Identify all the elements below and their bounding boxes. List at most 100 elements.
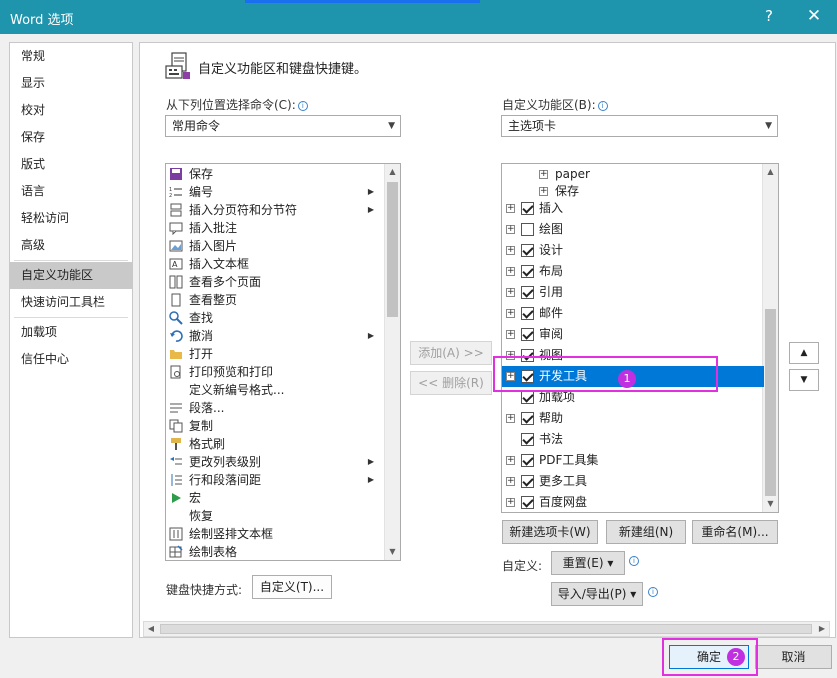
tab-checkbox[interactable] bbox=[521, 223, 534, 236]
ribbon-tab-item[interactable]: +绘图 bbox=[502, 219, 764, 240]
command-item[interactable]: 插入批注 bbox=[166, 219, 380, 237]
help-button[interactable]: ? bbox=[760, 7, 778, 25]
sidebar-item[interactable]: 保存 bbox=[10, 124, 132, 151]
command-item[interactable]: 查找 bbox=[166, 309, 380, 327]
expand-icon[interactable]: + bbox=[506, 246, 515, 255]
tab-checkbox[interactable] bbox=[521, 265, 534, 278]
ribbon-tab-item[interactable]: +更多工具 bbox=[502, 471, 764, 492]
expand-icon[interactable]: + bbox=[506, 204, 515, 213]
command-item[interactable]: 行和段落间距▶ bbox=[166, 471, 380, 489]
expand-icon[interactable]: + bbox=[506, 330, 515, 339]
ribbon-tab-item[interactable]: +PDF工具集 bbox=[502, 450, 764, 471]
choose-commands-dropdown[interactable]: 常用命令 ▼ bbox=[165, 115, 401, 137]
expand-icon[interactable]: + bbox=[506, 456, 515, 465]
scroll-up-icon[interactable]: ▲ bbox=[385, 164, 400, 180]
expand-icon[interactable]: + bbox=[506, 267, 515, 276]
expand-icon[interactable]: + bbox=[539, 170, 548, 179]
horizontal-scroll-thumb[interactable] bbox=[160, 624, 812, 634]
command-item[interactable]: 插入分页符和分节符▶ bbox=[166, 201, 380, 219]
reset-button[interactable]: 重置(E) ▾ bbox=[551, 551, 625, 575]
rename-button[interactable]: 重命名(M)... bbox=[692, 520, 778, 544]
ribbon-tab-item[interactable]: +百度网盘 bbox=[502, 492, 764, 513]
tab-checkbox[interactable] bbox=[521, 412, 534, 425]
expand-icon[interactable]: + bbox=[506, 498, 515, 507]
expand-icon[interactable]: + bbox=[506, 225, 515, 234]
sidebar-item[interactable]: 常规 bbox=[10, 43, 132, 70]
sidebar-item[interactable]: 加载项 bbox=[10, 319, 132, 346]
scroll-down-icon[interactable]: ▼ bbox=[385, 544, 400, 560]
command-item[interactable]: 查看多个页面 bbox=[166, 273, 380, 291]
command-item[interactable]: 撤消▶ bbox=[166, 327, 380, 345]
move-down-button[interactable]: ▼ bbox=[789, 369, 819, 391]
ribbon-tab-item[interactable]: +设计 bbox=[502, 240, 764, 261]
command-item[interactable]: 查看整页 bbox=[166, 291, 380, 309]
ribbon-tab-item[interactable]: +审阅 bbox=[502, 324, 764, 345]
command-item[interactable]: 定义新编号格式... bbox=[166, 381, 380, 399]
command-item[interactable]: 插入图片 bbox=[166, 237, 380, 255]
customize-ribbon-dropdown[interactable]: 主选项卡 ▼ bbox=[501, 115, 778, 137]
command-item[interactable]: 绘制竖排文本框 bbox=[166, 525, 380, 543]
sidebar-item[interactable]: 轻松访问 bbox=[10, 205, 132, 232]
command-item[interactable]: 12编号▶ bbox=[166, 183, 380, 201]
scroll-down-icon[interactable]: ▼ bbox=[763, 496, 778, 512]
tab-checkbox[interactable] bbox=[521, 244, 534, 257]
customize-shortcuts-button[interactable]: 自定义(T)... bbox=[252, 575, 332, 599]
scroll-thumb[interactable] bbox=[387, 182, 398, 317]
command-item[interactable]: A插入文本框 bbox=[166, 255, 380, 273]
command-item[interactable]: 打开 bbox=[166, 345, 380, 363]
scroll-thumb[interactable] bbox=[765, 309, 776, 496]
sidebar-item[interactable]: 快速访问工具栏 bbox=[10, 289, 132, 316]
cancel-button[interactable]: 取消 bbox=[755, 645, 832, 669]
scroll-right-icon[interactable]: ▶ bbox=[815, 622, 829, 636]
scroll-up-icon[interactable]: ▲ bbox=[763, 164, 778, 180]
command-item[interactable]: 打印预览和打印 bbox=[166, 363, 380, 381]
sidebar-item[interactable]: 信任中心 bbox=[10, 346, 132, 373]
new-group-button[interactable]: 新建组(N) bbox=[606, 520, 686, 544]
commands-list[interactable]: ▲ ▼ 保存12编号▶插入分页符和分节符▶插入批注插入图片A插入文本框查看多个页… bbox=[165, 163, 401, 561]
ribbon-tab-item[interactable]: 书法 bbox=[502, 429, 764, 450]
remove-button[interactable]: << 删除(R) bbox=[410, 371, 492, 395]
commands-scrollbar[interactable]: ▲ ▼ bbox=[384, 164, 400, 560]
sidebar-item[interactable]: 校对 bbox=[10, 97, 132, 124]
command-item[interactable]: 更改列表级别▶ bbox=[166, 453, 380, 471]
command-item[interactable]: 绘制表格 bbox=[166, 543, 380, 561]
move-up-button[interactable]: ▲ bbox=[789, 342, 819, 364]
import-export-button[interactable]: 导入/导出(P) ▾ bbox=[551, 582, 643, 606]
tab-checkbox[interactable] bbox=[521, 328, 534, 341]
ribbon-tab-item[interactable]: +帮助 bbox=[502, 408, 764, 429]
command-item[interactable]: 格式刷 bbox=[166, 435, 380, 453]
tab-checkbox[interactable] bbox=[521, 202, 534, 215]
expand-icon[interactable]: + bbox=[506, 288, 515, 297]
new-tab-button[interactable]: 新建选项卡(W) bbox=[502, 520, 598, 544]
tab-checkbox[interactable] bbox=[521, 496, 534, 509]
close-button[interactable]: ✕ bbox=[804, 6, 824, 26]
ribbon-tab-item[interactable]: +引用 bbox=[502, 282, 764, 303]
command-item[interactable]: 恢复 bbox=[166, 507, 380, 525]
command-item[interactable]: 复制 bbox=[166, 417, 380, 435]
ribbon-tab-item[interactable]: +邮件 bbox=[502, 303, 764, 324]
ribbon-tab-item[interactable]: +布局 bbox=[502, 261, 764, 282]
tab-checkbox[interactable] bbox=[521, 286, 534, 299]
tab-checkbox[interactable] bbox=[521, 307, 534, 320]
add-button[interactable]: 添加(A) >> bbox=[410, 341, 492, 365]
tab-checkbox[interactable] bbox=[521, 454, 534, 467]
tab-checkbox[interactable] bbox=[521, 475, 534, 488]
command-item[interactable]: 保存 bbox=[166, 165, 380, 183]
sidebar-item[interactable]: 高级 bbox=[10, 232, 132, 259]
sidebar-item[interactable]: 显示 bbox=[10, 70, 132, 97]
command-item[interactable]: 宏 bbox=[166, 489, 380, 507]
ribbon-tab-item[interactable]: +插入 bbox=[502, 198, 764, 219]
sidebar-item[interactable]: 语言 bbox=[10, 178, 132, 205]
tabs-scrollbar[interactable]: ▲ ▼ bbox=[762, 164, 778, 512]
expand-icon[interactable]: + bbox=[506, 309, 515, 318]
sidebar-item[interactable]: 自定义功能区 bbox=[10, 262, 132, 289]
expand-icon[interactable]: + bbox=[506, 414, 515, 423]
expand-icon[interactable]: + bbox=[506, 477, 515, 486]
tab-checkbox[interactable] bbox=[521, 433, 534, 446]
tab-checkbox[interactable] bbox=[521, 391, 534, 404]
expand-icon[interactable]: + bbox=[539, 187, 548, 196]
ribbon-tabs-tree[interactable]: ▲ ▼ +paper+保存+插入+绘图+设计+布局+引用+邮件+审阅+视图+开发… bbox=[501, 163, 779, 513]
scroll-left-icon[interactable]: ◀ bbox=[144, 622, 158, 636]
horizontal-scrollbar[interactable]: ◀ ▶ bbox=[143, 621, 830, 637]
sidebar-item[interactable]: 版式 bbox=[10, 151, 132, 178]
